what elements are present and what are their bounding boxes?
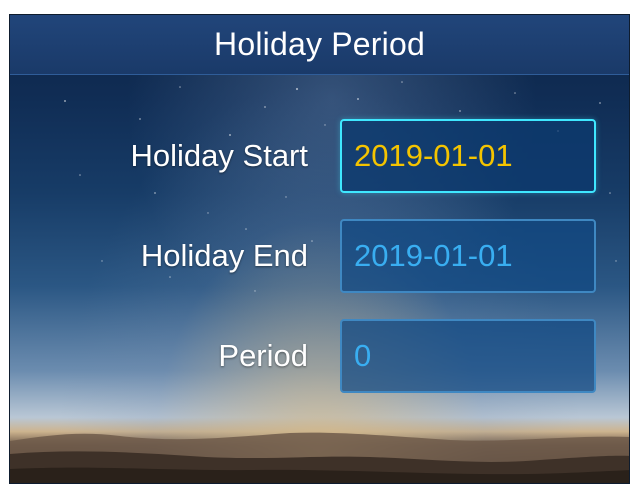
- holiday-end-label: Holiday End: [140, 238, 308, 273]
- holiday-period-screen: Holiday Period Holiday Start 2019-01-01 …: [9, 14, 630, 484]
- holiday-end-field[interactable]: 2019-01-01: [340, 219, 596, 293]
- holiday-end-row: Holiday End 2019-01-01: [10, 217, 629, 295]
- holiday-start-row: Holiday Start 2019-01-01: [10, 117, 629, 195]
- period-field[interactable]: 0: [340, 319, 596, 393]
- desert-horizon-background: [10, 432, 629, 483]
- period-row: Period 0: [10, 317, 629, 395]
- period-label: Period: [218, 338, 308, 373]
- holiday-start-field[interactable]: 2019-01-01: [340, 119, 596, 193]
- page-title: Holiday Period: [214, 26, 425, 62]
- holiday-start-label: Holiday Start: [130, 138, 308, 173]
- title-bar: Holiday Period: [10, 15, 629, 75]
